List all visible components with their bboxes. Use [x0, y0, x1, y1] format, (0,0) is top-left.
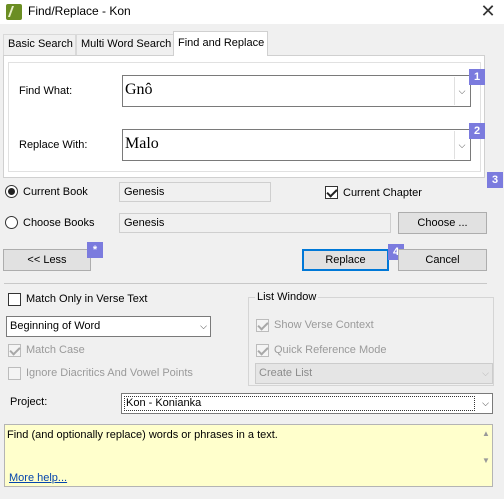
replace-button[interactable]: Replace: [302, 249, 389, 271]
current-book-label: Current Book: [23, 186, 88, 198]
cancel-button[interactable]: Cancel: [398, 249, 487, 271]
find-what-value: Gnô: [125, 81, 153, 98]
list-window-title: List Window: [255, 291, 319, 303]
annotation-badge-2: 2: [469, 123, 485, 139]
scroll-up-icon[interactable]: ▲: [482, 429, 490, 438]
less-button[interactable]: << Less: [3, 249, 91, 271]
tab-find-and-replace[interactable]: Find and Replace: [173, 31, 268, 56]
word-position-value: Beginning of Word: [10, 320, 101, 332]
replace-with-combo[interactable]: Malo ⌵: [122, 129, 471, 161]
match-verse-text-checkbox[interactable]: [8, 293, 21, 306]
quick-reference-checkbox[interactable]: [256, 344, 269, 357]
replace-with-value: Malo: [125, 135, 159, 152]
tab-basic-search[interactable]: Basic Search: [3, 34, 76, 55]
chevron-down-icon: ⌵: [482, 398, 489, 408]
tab-multi-word-search[interactable]: Multi Word Search: [76, 34, 174, 55]
current-chapter-label: Current Chapter: [343, 187, 422, 199]
word-position-select[interactable]: Beginning of Word ⌵: [6, 316, 211, 337]
scroll-down-icon[interactable]: ▼: [482, 456, 490, 465]
app-logo-icon: [6, 4, 22, 20]
choose-books-radio[interactable]: [5, 216, 18, 229]
close-icon[interactable]: ✕: [476, 1, 500, 23]
replace-with-label: Replace With:: [19, 139, 88, 151]
current-chapter-checkbox[interactable]: [325, 186, 338, 199]
chevron-down-icon[interactable]: ⌵: [454, 77, 469, 105]
help-text: Find (and optionally replace) words or p…: [7, 429, 278, 441]
create-list-value: Create List: [259, 367, 313, 379]
current-book-field: Genesis: [119, 182, 271, 202]
project-select[interactable]: Kon - Konianka ⌵: [121, 393, 493, 414]
match-case-label: Match Case: [26, 344, 85, 356]
chevron-down-icon: ⌵: [200, 321, 207, 331]
more-help-link[interactable]: More help...: [9, 472, 67, 484]
window-title: Find/Replace - Kon: [28, 4, 131, 18]
find-what-label: Find What:: [19, 85, 73, 97]
create-list-select[interactable]: Create List ⌵: [255, 363, 493, 384]
ignore-diacritics-label: Ignore Diacritics And Vowel Points: [26, 367, 193, 379]
choose-books-label: Choose Books: [23, 217, 95, 229]
show-verse-context-checkbox[interactable]: [256, 319, 269, 332]
match-verse-text-label: Match Only in Verse Text: [26, 293, 148, 305]
ignore-diacritics-checkbox[interactable]: [8, 367, 21, 380]
chevron-down-icon: ⌵: [482, 368, 489, 378]
show-verse-context-label: Show Verse Context: [274, 319, 374, 331]
project-value: Kon - Konianka: [124, 396, 475, 411]
annotation-badge-3: 3: [487, 172, 503, 188]
current-book-radio[interactable]: [5, 185, 18, 198]
find-what-combo[interactable]: Gnô ⌵: [122, 75, 471, 107]
project-label: Project:: [10, 396, 48, 408]
choose-books-button[interactable]: Choose ...: [398, 212, 487, 234]
annotation-badge-1: 1: [469, 69, 485, 85]
chevron-down-icon[interactable]: ⌵: [454, 131, 469, 159]
quick-reference-label: Quick Reference Mode: [274, 344, 387, 356]
annotation-badge-star: *: [87, 242, 103, 258]
choose-books-field: Genesis: [119, 213, 391, 233]
separator: [4, 283, 487, 284]
match-case-checkbox[interactable]: [8, 344, 21, 357]
